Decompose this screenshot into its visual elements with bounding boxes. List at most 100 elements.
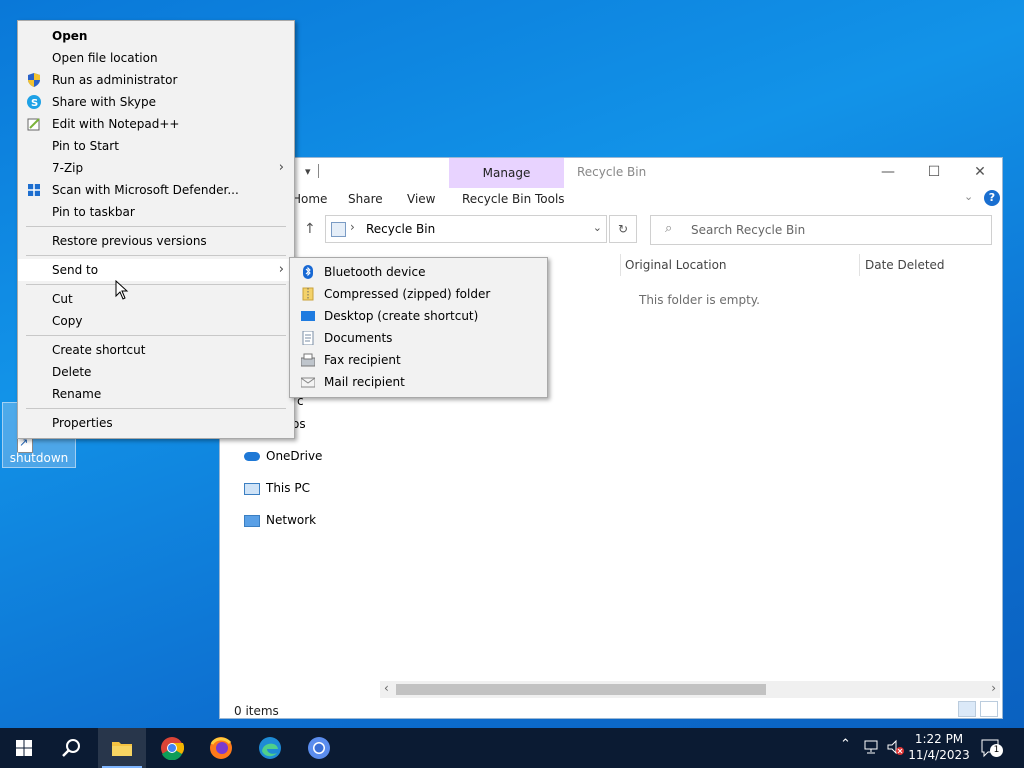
menu-item-label: Open	[52, 29, 88, 43]
chevron-right-icon: ›	[278, 262, 284, 277]
taskbar-chromium[interactable]	[295, 728, 343, 768]
mouse-cursor-icon	[115, 280, 129, 300]
ribbon-expand-icon[interactable]: ⌄	[964, 190, 973, 203]
mail-icon	[301, 377, 315, 388]
send-to-compressed-folder[interactable]: Compressed (zipped) folder	[290, 283, 547, 305]
menu-item-rename[interactable]: Rename	[18, 383, 294, 405]
menu-item-label: Mail recipient	[324, 375, 405, 389]
file-explorer-window: ▾ Manage Recycle Bin — ☐ ✕ Home Share Vi…	[219, 157, 1003, 719]
address-bar[interactable]: › Recycle Bin ⌄	[325, 215, 607, 243]
menu-item-edit-notepadpp[interactable]: Edit with Notepad++	[18, 113, 294, 135]
close-button[interactable]: ✕	[957, 158, 1003, 188]
nav-item-this-pc[interactable]: This PC	[244, 481, 310, 495]
menu-item-open[interactable]: Open	[18, 25, 294, 47]
menu-item-label: Rename	[52, 387, 102, 401]
nav-item-label: This PC	[266, 481, 310, 495]
menu-item-label: Cut	[52, 292, 73, 306]
menu-separator	[26, 226, 286, 227]
chevron-down-icon[interactable]: ⌄	[593, 221, 602, 234]
taskbar-chrome[interactable]	[148, 728, 196, 768]
help-icon[interactable]: ?	[984, 190, 1000, 206]
tab-home[interactable]: Home	[292, 192, 327, 206]
address-path: Recycle Bin	[366, 222, 436, 236]
chevron-up-icon[interactable]: ⌃	[840, 737, 851, 752]
edge-icon	[259, 737, 281, 759]
up-arrow-icon[interactable]: ↑	[304, 221, 316, 237]
notification-center-button[interactable]: 1	[980, 738, 1003, 758]
title-separator	[318, 164, 319, 178]
menu-item-cut[interactable]: Cut	[18, 288, 294, 310]
desktop-icon-label: shutdown	[9, 451, 69, 465]
details-view-icon[interactable]	[958, 701, 976, 717]
minimize-button[interactable]: —	[865, 158, 911, 188]
clock-date: 11/4/2023	[908, 748, 970, 762]
menu-item-label: Create shortcut	[52, 343, 146, 357]
nav-item-onedrive[interactable]: OneDrive	[244, 449, 322, 463]
menu-item-label: Scan with Microsoft Defender...	[52, 183, 239, 197]
menu-separator	[26, 255, 286, 256]
chevron-right-icon: ›	[278, 160, 284, 175]
menu-item-open-file-location[interactable]: Open file location	[18, 47, 294, 69]
nav-item-network[interactable]: Network	[244, 513, 316, 527]
network-icon[interactable]	[863, 739, 881, 755]
send-to-bluetooth[interactable]: Bluetooth device	[290, 261, 547, 283]
menu-item-send-to[interactable]: Send to ›	[18, 259, 294, 281]
send-to-mail-recipient[interactable]: Mail recipient	[290, 371, 547, 393]
menu-separator	[26, 408, 286, 409]
send-to-fax-recipient[interactable]: Fax recipient	[290, 349, 547, 371]
maximize-button[interactable]: ☐	[911, 158, 957, 188]
large-icons-view-icon[interactable]	[980, 701, 998, 717]
quick-access-dropdown-icon[interactable]: ▾	[305, 165, 311, 178]
menu-item-run-as-admin[interactable]: Run as administrator	[18, 69, 294, 91]
menu-item-create-shortcut[interactable]: Create shortcut	[18, 339, 294, 361]
start-icon	[16, 740, 32, 756]
recycle-bin-icon	[331, 222, 346, 237]
scroll-right-icon[interactable]: ›	[991, 681, 996, 695]
firefox-icon	[210, 737, 232, 759]
start-button[interactable]	[0, 728, 48, 768]
horizontal-scrollbar[interactable]: ‹ ›	[380, 681, 1000, 698]
tab-view[interactable]: View	[407, 192, 435, 206]
column-separator[interactable]	[620, 254, 621, 276]
network-icon	[244, 514, 260, 527]
taskbar-firefox[interactable]	[197, 728, 245, 768]
volume-muted-icon[interactable]	[886, 739, 906, 757]
column-separator[interactable]	[859, 254, 860, 276]
taskbar: ⌃ 1:22 PM 11/4/2023 1	[0, 728, 1024, 768]
menu-item-label: Pin to Start	[52, 139, 119, 153]
tab-recycle-bin-tools[interactable]: Recycle Bin Tools	[462, 192, 565, 206]
taskbar-edge[interactable]	[246, 728, 294, 768]
documents-icon	[302, 331, 314, 345]
taskbar-search-button[interactable]	[48, 728, 96, 768]
menu-item-7zip[interactable]: 7-Zip ›	[18, 157, 294, 179]
search-input[interactable]: ⌕ Search Recycle Bin	[650, 215, 992, 245]
scroll-left-icon[interactable]: ‹	[384, 681, 389, 695]
menu-item-pin-to-start[interactable]: Pin to Start	[18, 135, 294, 157]
uac-shield-icon	[28, 73, 40, 87]
menu-item-scan-defender[interactable]: Scan with Microsoft Defender...	[18, 179, 294, 201]
chrome-icon	[161, 737, 184, 760]
scroll-thumb[interactable]	[396, 684, 766, 695]
column-header-original-location[interactable]: Original Location	[625, 258, 727, 272]
notepadpp-icon	[27, 118, 40, 131]
menu-item-delete[interactable]: Delete	[18, 361, 294, 383]
menu-item-share-with-skype[interactable]: S Share with Skype	[18, 91, 294, 113]
chromium-icon	[308, 737, 330, 759]
menu-item-properties[interactable]: Properties	[18, 412, 294, 434]
column-header-date-deleted[interactable]: Date Deleted	[865, 258, 945, 272]
chevron-right-icon[interactable]: ›	[350, 220, 355, 234]
menu-item-pin-to-taskbar[interactable]: Pin to taskbar	[18, 201, 294, 223]
taskbar-file-explorer[interactable]	[98, 728, 146, 768]
send-to-documents[interactable]: Documents	[290, 327, 547, 349]
menu-item-restore-previous-versions[interactable]: Restore previous versions	[18, 230, 294, 252]
tab-share[interactable]: Share	[348, 192, 383, 206]
file-explorer-icon	[112, 742, 132, 756]
tab-manage[interactable]: Manage	[449, 158, 564, 188]
menu-separator	[26, 335, 286, 336]
menu-item-label: Open file location	[52, 51, 158, 65]
refresh-button[interactable]: ↻	[609, 215, 637, 243]
menu-item-label: Copy	[52, 314, 83, 328]
send-to-desktop[interactable]: Desktop (create shortcut)	[290, 305, 547, 327]
menu-item-copy[interactable]: Copy	[18, 310, 294, 332]
system-clock[interactable]: 1:22 PM 11/4/2023	[906, 731, 972, 763]
